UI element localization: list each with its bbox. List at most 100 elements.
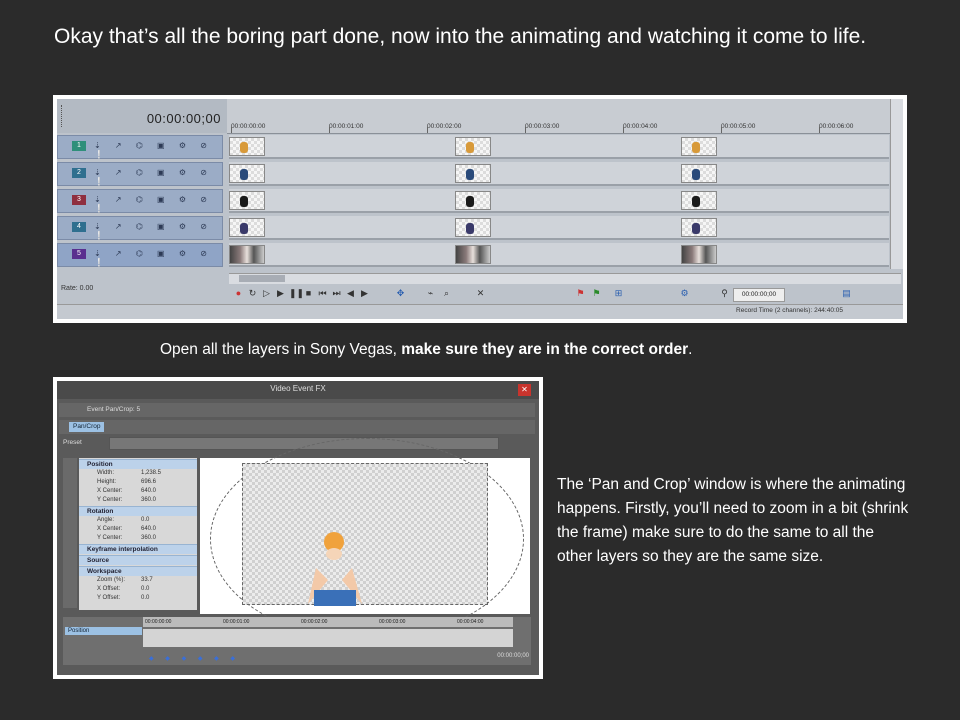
media-clip[interactable] (681, 218, 717, 237)
track-header[interactable]: 4 ⇣ ↗ ⌬ ▣ ⚙ ⊘ ❕ (57, 216, 223, 240)
property-row[interactable]: Width: 1,238.5 (79, 469, 197, 478)
property-value[interactable]: 360.0 (141, 496, 156, 505)
media-clip[interactable] (681, 191, 717, 210)
event-row: Event Pan/Crop: 5 (59, 403, 535, 417)
media-clip[interactable] (455, 218, 491, 237)
prev-frame-icon[interactable]: ◀ (345, 288, 356, 299)
property-value[interactable]: 0.0 (141, 585, 149, 594)
property-row[interactable]: Zoom (%): 33.7 (79, 576, 197, 585)
track-controls-icon[interactable]: ⇣ ↗ ⌬ ▣ ⚙ ⊘ ❕ (94, 195, 222, 213)
video-preview-icon[interactable]: ▤ (841, 288, 852, 299)
property-row[interactable]: X Center: 640.0 (79, 487, 197, 496)
track-controls-icon[interactable]: ⇣ ↗ ⌬ ▣ ⚙ ⊘ ❕ (94, 141, 222, 159)
property-value[interactable]: 640.0 (141, 487, 156, 496)
pan-crop-canvas[interactable] (200, 438, 530, 640)
close-icon[interactable]: ✕ (518, 384, 531, 396)
property-row[interactable]: Y Center: 360.0 (79, 496, 197, 505)
media-clip[interactable] (229, 164, 265, 183)
property-value[interactable]: 1,238.5 (141, 469, 161, 478)
ruler-tick: 00:00:02:00 (427, 123, 462, 130)
media-clip[interactable] (681, 137, 717, 156)
vertical-scrollbar[interactable] (890, 99, 903, 269)
go-to-start-icon[interactable]: ⏮ (317, 288, 328, 299)
media-clip[interactable] (229, 245, 265, 264)
track-header[interactable]: 2 ⇣ ↗ ⌬ ▣ ⚙ ⊘ ❕ (57, 162, 223, 186)
record-icon[interactable]: ● (233, 288, 244, 299)
cursor-time-field[interactable]: 00:00:00;00 (733, 288, 785, 302)
track-lane[interactable] (229, 216, 889, 240)
scroll-thumb[interactable] (239, 275, 285, 282)
track-controls-icon[interactable]: ⇣ ↗ ⌬ ▣ ⚙ ⊘ ❕ (94, 249, 222, 267)
drag-grip-icon[interactable] (61, 105, 65, 127)
track-number: 4 (72, 222, 86, 232)
media-clip[interactable] (229, 218, 265, 237)
property-row[interactable]: X Offset: 0.0 (79, 585, 197, 594)
marker-icon[interactable]: ⚑ (575, 288, 586, 299)
track-lane[interactable] (229, 189, 889, 213)
property-row[interactable]: Y Center: 360.0 (79, 534, 197, 543)
pause-icon[interactable]: ❚❚ (289, 288, 304, 299)
horizontal-scrollbar[interactable] (229, 273, 901, 284)
property-name: X Center: (97, 526, 123, 532)
snapping-icon[interactable]: ⊞ (613, 288, 624, 299)
media-clip[interactable] (681, 164, 717, 183)
media-clip[interactable] (455, 164, 491, 183)
delete-icon[interactable]: ✕ (475, 288, 486, 299)
cursor-icon: ⚲ (721, 288, 728, 298)
track-lane[interactable] (229, 135, 889, 159)
preset-label: Preset (63, 439, 82, 446)
property-value[interactable]: 696.6 (141, 478, 156, 487)
property-section[interactable]: Position (79, 459, 197, 469)
next-frame-icon[interactable]: ▶ (359, 288, 370, 299)
window-title: Video Event FX (270, 384, 326, 393)
media-clip[interactable] (229, 137, 265, 156)
media-clip[interactable] (681, 245, 717, 264)
property-row[interactable]: X Center: 640.0 (79, 525, 197, 534)
track-lane[interactable] (229, 243, 889, 267)
envelope-tool-icon[interactable]: ⌁ (425, 288, 436, 299)
track-lane[interactable] (229, 162, 889, 186)
keyframe-lane[interactable] (143, 629, 513, 647)
position-track-label[interactable]: Position (65, 627, 142, 635)
media-clip[interactable] (455, 137, 491, 156)
lock-envelopes-icon[interactable]: ⚙ (679, 288, 690, 299)
play-from-start-icon[interactable]: ▷ (261, 288, 272, 299)
record-time-label: Record Time (2 channels): 244:40:05 (736, 307, 843, 314)
loop-icon[interactable]: ↻ (247, 288, 258, 299)
track-header[interactable]: 5 ⇣ ↗ ⌬ ▣ ⚙ ⊘ ❕ (57, 243, 223, 267)
property-row[interactable]: Y Offset: 0.0 (79, 594, 197, 603)
property-section[interactable]: Keyframe interpolation (79, 544, 197, 554)
media-clip[interactable] (229, 191, 265, 210)
ruler-tick-line (721, 127, 722, 133)
keyframe-ruler[interactable]: 00:00:00:00 00:00:01:00 00:00:02:00 00:00:0… (143, 617, 513, 627)
clip-thumbnail (692, 142, 700, 153)
property-value[interactable]: 640.0 (141, 525, 156, 534)
slide-heading: Okay that’s all the boring part done, no… (54, 25, 867, 48)
plugin-chain: Pan/Crop (59, 420, 535, 434)
track-controls-icon[interactable]: ⇣ ↗ ⌬ ▣ ⚙ ⊘ ❕ (94, 222, 222, 240)
media-clip[interactable] (455, 191, 491, 210)
stop-icon[interactable]: ■ (303, 288, 314, 299)
property-section[interactable]: Source (79, 555, 197, 565)
track-header[interactable]: 1 ⇣ ↗ ⌬ ▣ ⚙ ⊘ ❕ (57, 135, 223, 159)
track-controls-icon[interactable]: ⇣ ↗ ⌬ ▣ ⚙ ⊘ ❕ (94, 168, 222, 186)
track-number: 5 (72, 249, 86, 259)
transport-toolbar: ● ↻ ▷ ▶ ❚❚ ■ ⏮ ⏭ ◀ ▶ ✥ ⌁ ⌕ ✕ ⚑ ⚑ ⊞ ⚙ ⚲ 0… (229, 285, 901, 305)
property-row[interactable]: Angle: 0.0 (79, 516, 197, 525)
media-clip[interactable] (455, 245, 491, 264)
property-value[interactable]: 0.0 (141, 594, 149, 603)
property-value[interactable]: 0.0 (141, 516, 149, 525)
track-header[interactable]: 3 ⇣ ↗ ⌬ ▣ ⚙ ⊘ ❕ (57, 189, 223, 213)
property-value[interactable]: 360.0 (141, 534, 156, 543)
property-section[interactable]: Workspace (79, 566, 197, 576)
go-to-end-icon[interactable]: ⏭ (331, 288, 342, 299)
time-ruler[interactable]: 00:00:00:00 00:00:01:00 00:00:02:00 00:00:0… (227, 99, 891, 134)
edit-tool-icon[interactable]: ✥ (395, 288, 406, 299)
property-value[interactable]: 33.7 (141, 576, 153, 585)
region-icon[interactable]: ⚑ (591, 288, 602, 299)
property-section[interactable]: Rotation (79, 506, 197, 516)
tab-pan-crop[interactable]: Pan/Crop (69, 422, 105, 432)
zoom-tool-icon[interactable]: ⌕ (441, 288, 452, 299)
play-icon[interactable]: ▶ (275, 288, 286, 299)
property-row[interactable]: Height: 696.6 (79, 478, 197, 487)
